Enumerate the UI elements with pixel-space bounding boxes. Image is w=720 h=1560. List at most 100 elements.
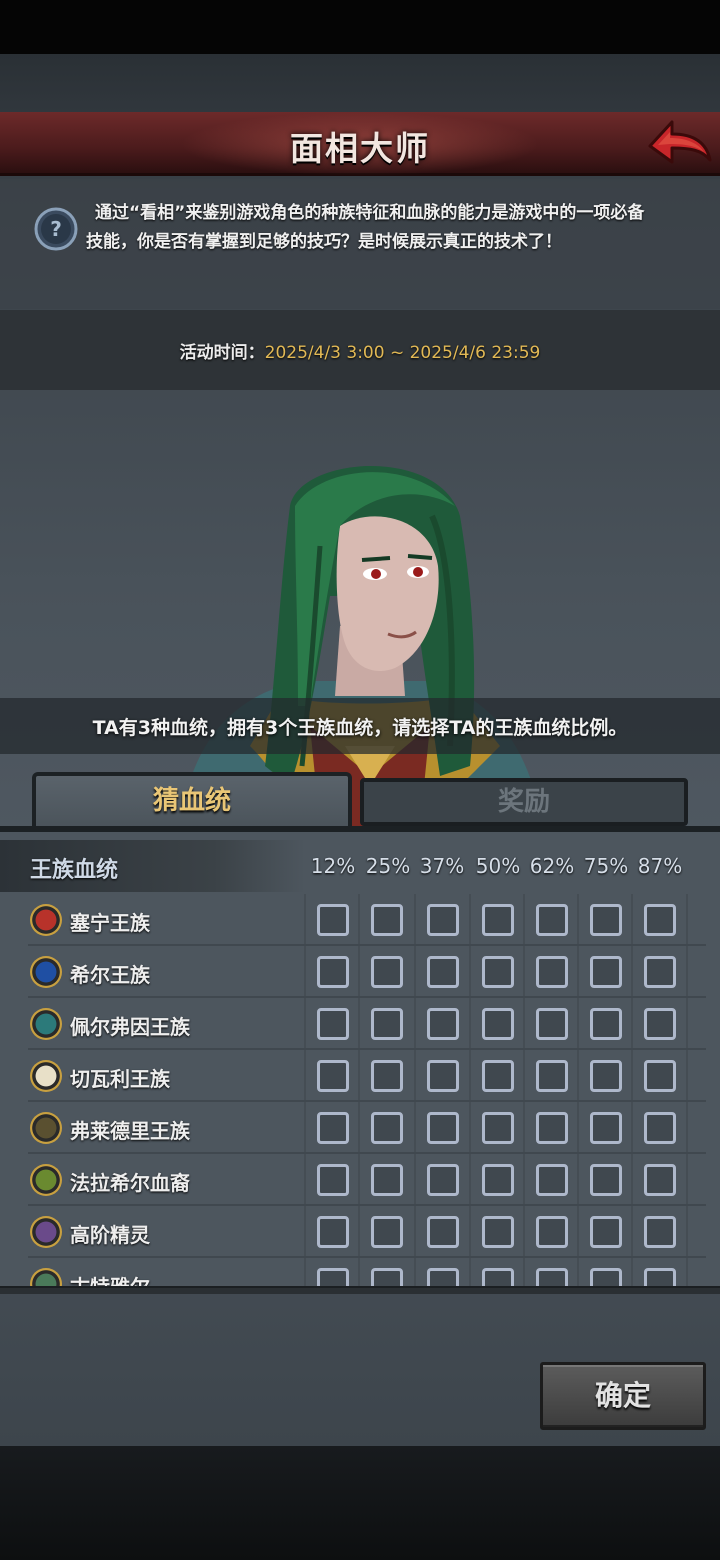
column-divider: [469, 946, 471, 998]
ratio-checkbox[interactable]: [536, 1216, 568, 1248]
column-divider: [686, 1050, 688, 1102]
ratio-checkbox[interactable]: [536, 1112, 568, 1144]
ratio-checkbox[interactable]: [317, 956, 349, 988]
ratio-checkbox[interactable]: [371, 1164, 403, 1196]
ratio-checkbox[interactable]: [427, 904, 459, 936]
skull-crest-icon: [30, 1112, 62, 1144]
column-divider: [414, 1258, 416, 1288]
ratio-checkbox[interactable]: [317, 1268, 349, 1288]
red-sun-crest-icon: [30, 904, 62, 936]
back-arrow-icon: [648, 120, 712, 164]
column-divider: [577, 998, 579, 1050]
ratio-checkbox[interactable]: [644, 1268, 676, 1288]
table-row: 塞宁王族: [0, 894, 720, 946]
ratio-checkbox[interactable]: [371, 1268, 403, 1288]
tree-crest-icon: [30, 1164, 62, 1196]
rune-crest-icon: [30, 1268, 62, 1288]
ratio-checkbox[interactable]: [644, 1112, 676, 1144]
ratio-checkbox[interactable]: [317, 1060, 349, 1092]
ratio-checkbox[interactable]: [482, 1216, 514, 1248]
ratio-checkbox[interactable]: [482, 1164, 514, 1196]
ratio-checkbox[interactable]: [644, 1216, 676, 1248]
column-divider: [304, 1206, 306, 1258]
ratio-checkbox[interactable]: [482, 1008, 514, 1040]
row-race: 弗莱德里王族: [0, 1102, 305, 1154]
column-divider: [686, 1102, 688, 1154]
ratio-checkbox[interactable]: [482, 1268, 514, 1288]
ratio-checkbox[interactable]: [536, 956, 568, 988]
ratio-checkbox[interactable]: [317, 1216, 349, 1248]
ratio-checkbox[interactable]: [427, 956, 459, 988]
ratio-checkbox[interactable]: [371, 1216, 403, 1248]
ratio-checkbox[interactable]: [482, 956, 514, 988]
bloodline-table: 王族血统 12% 25% 37% 50% 62% 75% 87% 塞宁王族 希尔王…: [0, 832, 720, 1288]
column-divider: [631, 998, 633, 1050]
row-race: 切瓦利王族: [0, 1050, 305, 1102]
tab-guess-bloodline[interactable]: 猜血统: [32, 772, 352, 830]
race-name: 佩尔弗因王族: [70, 1015, 190, 1039]
bloodline-hint: TA有3种血统，拥有3个王族血统，请选择TA的王族血统比例。: [92, 717, 628, 739]
tab-bar: 猜血统 奖励: [0, 772, 720, 832]
ratio-checkbox[interactable]: [371, 956, 403, 988]
page-title: 面相大师: [290, 129, 430, 168]
ratio-checkbox[interactable]: [317, 1164, 349, 1196]
table-header: 王族血统 12% 25% 37% 50% 62% 75% 87%: [0, 840, 720, 892]
ratio-checkbox[interactable]: [427, 1216, 459, 1248]
column-divider: [686, 998, 688, 1050]
ratio-checkbox[interactable]: [644, 1164, 676, 1196]
ratio-checkbox[interactable]: [644, 1008, 676, 1040]
event-time-value: 2025/4/3 3:00 ~ 2025/4/6 23:59: [264, 343, 541, 363]
tab-rewards[interactable]: 奖励: [360, 778, 688, 826]
character-portrait: [170, 446, 560, 826]
ratio-checkbox[interactable]: [371, 1008, 403, 1040]
ratio-checkbox[interactable]: [371, 904, 403, 936]
ratio-checkbox[interactable]: [317, 1112, 349, 1144]
column-divider: [469, 998, 471, 1050]
ratio-checkbox[interactable]: [317, 1008, 349, 1040]
ratio-checkbox[interactable]: [536, 1164, 568, 1196]
ratio-checkbox[interactable]: [590, 1216, 622, 1248]
ratio-checkbox[interactable]: [536, 904, 568, 936]
back-button[interactable]: [646, 116, 712, 172]
ratio-checkbox[interactable]: [590, 1164, 622, 1196]
column-divider: [304, 998, 306, 1050]
ratio-checkbox[interactable]: [536, 1008, 568, 1040]
race-name: 法拉希尔血裔: [70, 1171, 190, 1195]
ratio-checkbox[interactable]: [536, 1268, 568, 1288]
ratio-checkbox[interactable]: [427, 1008, 459, 1040]
column-divider: [414, 946, 416, 998]
ratio-checkbox[interactable]: [371, 1112, 403, 1144]
ratio-checkbox[interactable]: [482, 1060, 514, 1092]
bottom-area: [0, 1446, 720, 1560]
ratio-checkbox[interactable]: [590, 1060, 622, 1092]
confirm-button[interactable]: 确定: [540, 1362, 706, 1430]
ratio-checkbox[interactable]: [482, 904, 514, 936]
ratio-checkbox[interactable]: [427, 1112, 459, 1144]
title-bar: 面相大师: [0, 112, 720, 176]
help-icon[interactable]: ?: [34, 207, 78, 251]
race-name: 高阶精灵: [70, 1223, 150, 1247]
column-divider: [304, 1154, 306, 1206]
ratio-checkbox[interactable]: [482, 1112, 514, 1144]
column-divider: [523, 1050, 525, 1102]
ratio-checkbox[interactable]: [590, 1008, 622, 1040]
column-divider: [631, 1206, 633, 1258]
ratio-checkbox[interactable]: [644, 904, 676, 936]
column-divider: [686, 1154, 688, 1206]
ratio-checkbox[interactable]: [427, 1164, 459, 1196]
ratio-checkbox[interactable]: [536, 1060, 568, 1092]
column-divider: [469, 1102, 471, 1154]
column-divider: [469, 1206, 471, 1258]
ratio-checkbox[interactable]: [644, 1060, 676, 1092]
ratio-checkbox[interactable]: [644, 956, 676, 988]
ratio-checkbox[interactable]: [427, 1060, 459, 1092]
ratio-checkbox[interactable]: [590, 904, 622, 936]
ratio-checkbox[interactable]: [371, 1060, 403, 1092]
column-divider: [469, 894, 471, 946]
ratio-checkbox[interactable]: [590, 1112, 622, 1144]
column-divider: [686, 1258, 688, 1288]
ratio-checkbox[interactable]: [317, 904, 349, 936]
ratio-checkbox[interactable]: [427, 1268, 459, 1288]
ratio-checkbox[interactable]: [590, 956, 622, 988]
ratio-checkbox[interactable]: [590, 1268, 622, 1288]
